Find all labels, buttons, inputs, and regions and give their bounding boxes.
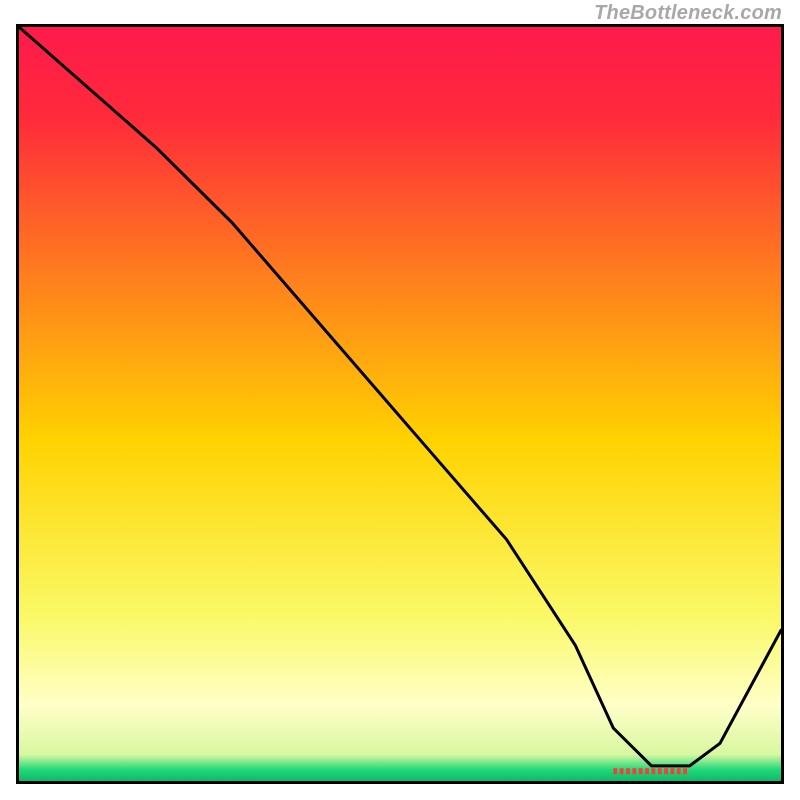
chart-plot-area (19, 27, 781, 781)
chart-frame (16, 24, 784, 784)
chart-background (19, 27, 781, 781)
chart-svg (19, 27, 781, 781)
watermark-text: TheBottleneck.com (594, 2, 782, 25)
